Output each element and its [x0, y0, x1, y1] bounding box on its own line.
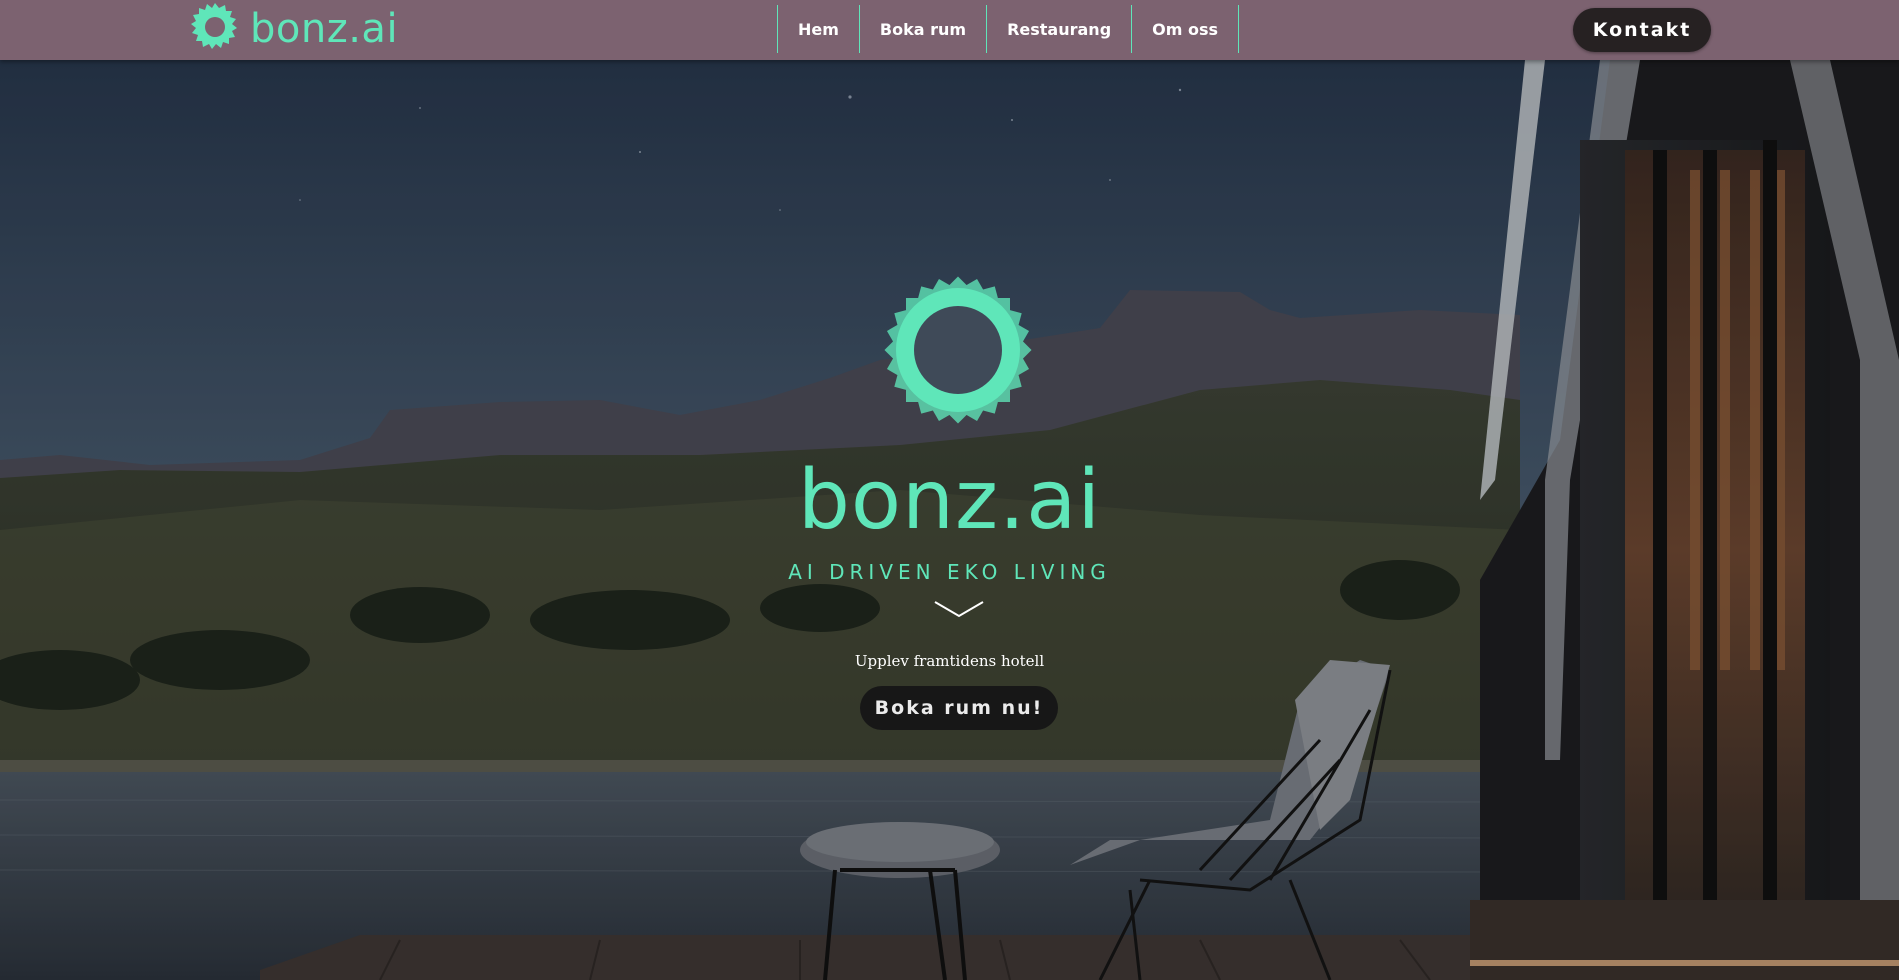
hero-tagline: AI DRIVEN EKO LIVING — [788, 560, 1111, 584]
book-room-button[interactable]: Boka rum nu! — [860, 686, 1058, 730]
sun-ring-icon — [858, 250, 1058, 454]
nav-item-hem[interactable]: Hem — [778, 5, 860, 53]
hero-subtitle: Upplev framtidens hotell — [854, 652, 1045, 670]
top-navigation-bar: bonz.ai Hem Boka rum Restaurang Om oss K… — [0, 0, 1899, 60]
main-nav: Hem Boka rum Restaurang Om oss — [777, 5, 1240, 53]
hero-section: bonz.ai AI DRIVEN EKO LIVING Upplev fram… — [0, 60, 1899, 980]
nav-item-boka-rum[interactable]: Boka rum — [860, 5, 988, 53]
sun-ring-icon — [190, 2, 240, 56]
nav-item-restaurang[interactable]: Restaurang — [987, 5, 1133, 53]
nav-item-om-oss[interactable]: Om oss — [1132, 5, 1240, 53]
hero-content: bonz.ai AI DRIVEN EKO LIVING Upplev fram… — [0, 60, 1899, 980]
contact-button[interactable]: Kontakt — [1573, 8, 1711, 52]
brand-name: bonz.ai — [250, 6, 399, 52]
brand-logo-link[interactable]: bonz.ai — [190, 2, 399, 56]
hero-wordmark: bonz.ai — [797, 453, 1102, 548]
chevron-down-icon[interactable] — [934, 600, 984, 622]
